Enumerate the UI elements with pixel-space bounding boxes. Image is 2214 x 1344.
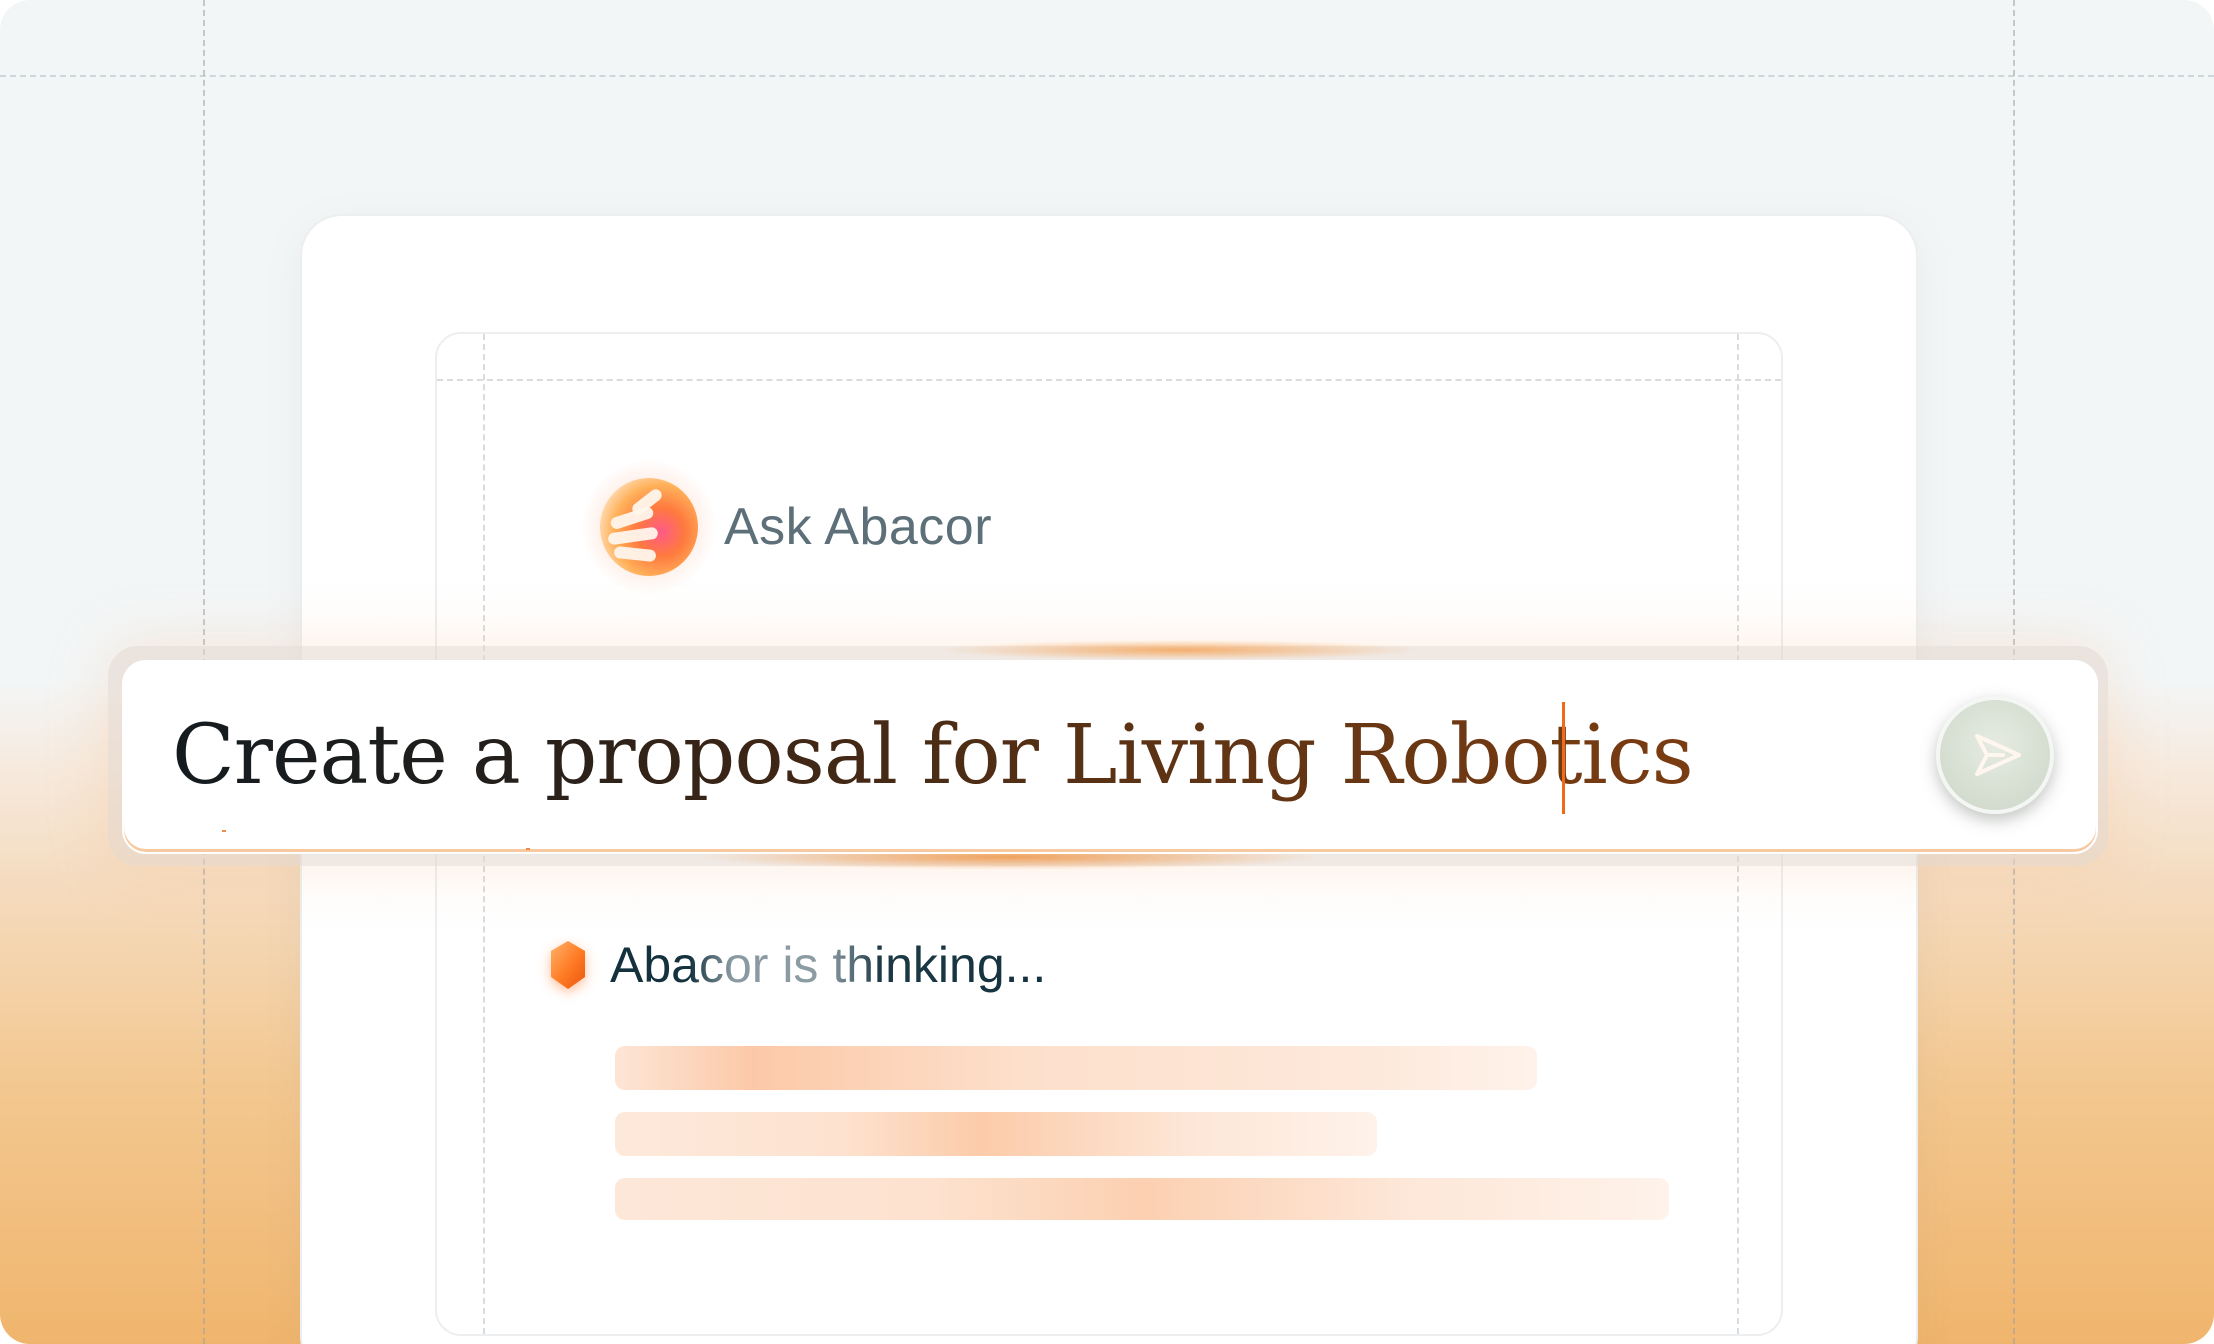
- abacor-orb-icon: [582, 460, 716, 594]
- text-caret: [1562, 702, 1565, 814]
- hexagon-icon: [548, 939, 588, 991]
- prompt-input[interactable]: Create a proposal for Living Robotics: [122, 660, 2098, 854]
- loading-skeleton-line: [615, 1178, 1669, 1220]
- prompt-underline-mark: [526, 848, 530, 850]
- loading-skeleton-line: [615, 1112, 1377, 1156]
- prompt-glow: [940, 640, 1420, 660]
- thinking-text: Abacor is thinking...: [610, 937, 1047, 993]
- prompt-input-text[interactable]: Create a proposal for Living Robotics: [172, 708, 1694, 804]
- assistant-title: Ask Abacor: [724, 498, 993, 556]
- send-icon: [1967, 732, 2023, 778]
- canvas-background: Ask Abacor Abacor is thinking... Create …: [0, 0, 2214, 1344]
- prompt-underline-mark: [222, 830, 226, 832]
- send-button[interactable]: [1936, 696, 2054, 814]
- loading-skeleton-line: [615, 1046, 1537, 1090]
- guide-line-horizontal: [0, 75, 2214, 77]
- assistant-header: Ask Abacor: [582, 460, 993, 594]
- panel-guide-horizontal: [437, 379, 1781, 381]
- thinking-status: Abacor is thinking...: [548, 936, 1046, 994]
